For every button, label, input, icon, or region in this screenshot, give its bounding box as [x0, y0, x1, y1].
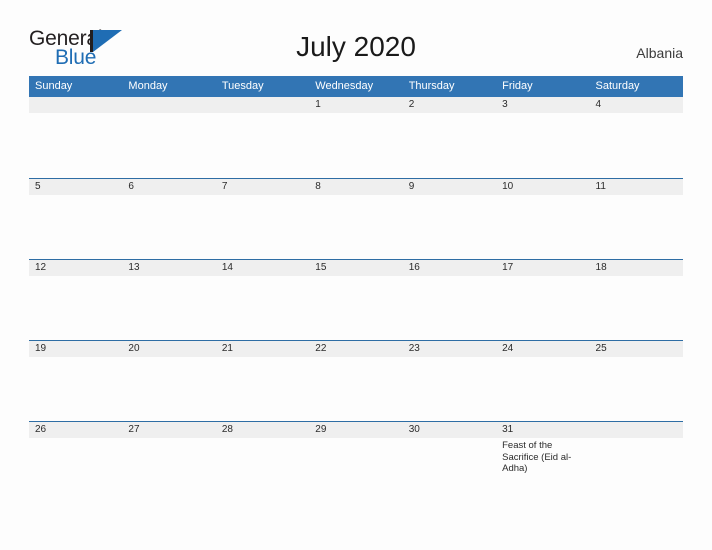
calendar-day-cell[interactable]: 9 [403, 179, 496, 259]
week-cells: 1 2 3 4 [29, 97, 683, 177]
day-number: 14 [221, 262, 233, 273]
weekday-monday: Monday [128, 80, 168, 92]
calendar-day-cell[interactable]: 15 [309, 260, 402, 340]
calendar-day-cell[interactable]: 4 [590, 97, 683, 177]
day-number: 13 [128, 262, 140, 273]
page-header: General Blue July 2020 Albania [0, 0, 712, 76]
day-number: 1 [315, 99, 321, 110]
calendar-day-cell[interactable] [29, 97, 122, 177]
day-number: 21 [221, 343, 233, 354]
weekday-thursday: Thursday [408, 80, 455, 92]
calendar-day-cell[interactable]: 10 [496, 179, 589, 259]
calendar-day-cell[interactable]: 6 [122, 179, 215, 259]
weekday-tuesday: Tuesday [221, 80, 264, 92]
day-number [35, 97, 116, 113]
day-number: 3 [502, 99, 508, 110]
country-label: Albania [636, 45, 683, 61]
calendar-day-cell[interactable]: 28 [216, 422, 309, 502]
calendar-day-cell[interactable] [122, 97, 215, 177]
day-number: 11 [595, 181, 606, 192]
calendar-week-row: 19 20 21 22 23 24 25 [29, 340, 683, 421]
calendar-day-cell[interactable]: 23 [403, 341, 496, 421]
calendar-day-cell[interactable]: 8 [309, 179, 402, 259]
day-number: 30 [408, 424, 420, 435]
day-number: 24 [502, 343, 514, 354]
week-cells: 19 20 21 22 23 24 25 [29, 341, 683, 421]
weekday-wednesday: Wednesday [315, 80, 374, 92]
calendar-day-cell[interactable]: 22 [309, 341, 402, 421]
calendar-day-cell[interactable]: 12 [29, 260, 122, 340]
holiday-event-label: Feast of the Sacrifice (Eid al-Adha) [502, 440, 572, 474]
day-number [222, 97, 303, 113]
day-number: 15 [315, 262, 327, 273]
calendar-day-cell[interactable]: 3 [496, 97, 589, 177]
calendar-day-cell[interactable]: 16 [403, 260, 496, 340]
day-number: 29 [315, 424, 327, 435]
day-number: 10 [502, 181, 514, 192]
day-number: 20 [128, 343, 140, 354]
day-number: 23 [408, 343, 420, 354]
calendar-day-cell[interactable]: 7 [216, 179, 309, 259]
page-title: July 2020 [296, 31, 416, 62]
calendar-day-cell[interactable]: 24 [496, 341, 589, 421]
weekday-header-row: Sunday Monday Tuesday Wednesday Thursday… [29, 76, 683, 97]
day-number: 19 [35, 343, 47, 354]
day-number [596, 422, 677, 438]
calendar-day-cell[interactable]: 30 [403, 422, 496, 502]
day-number: 6 [128, 181, 134, 192]
calendar-week-row: 1 2 3 4 [29, 97, 683, 178]
calendar-day-cell[interactable]: 18 [590, 260, 683, 340]
day-number: 16 [408, 262, 420, 273]
calendar-day-cell[interactable]: 17 [496, 260, 589, 340]
calendar-day-cell[interactable]: 31 Feast of the Sacrifice (Eid al-Adha) [496, 422, 589, 502]
calendar-weeks: 1 2 3 4 5 6 7 8 9 10 11 12 13 14 15 16 17 18 19 20 21 22 23 24 2… [29, 97, 683, 502]
day-number: 31 [502, 424, 514, 435]
calendar-day-cell[interactable]: 2 [403, 97, 496, 177]
day-number: 18 [595, 262, 607, 273]
calendar-day-cell[interactable]: 26 [29, 422, 122, 502]
calendar-week-row: 12 13 14 15 16 17 18 [29, 259, 683, 340]
calendar-day-cell[interactable]: 11 [590, 179, 683, 259]
day-number: 22 [315, 343, 327, 354]
weekday-sunday: Sunday [35, 80, 73, 92]
day-number: 8 [315, 181, 321, 192]
calendar-page: General Blue July 2020 Albania Sunday Mo… [0, 0, 712, 550]
day-number: 17 [502, 262, 514, 273]
day-events: Feast of the Sacrifice (Eid al-Adha) [502, 440, 583, 475]
day-number: 5 [35, 181, 41, 192]
calendar-day-cell[interactable]: 21 [216, 341, 309, 421]
calendar-week-row: 26 27 28 29 30 31 Feast of the Sacrifice (Eid … [29, 421, 683, 502]
day-number: 27 [128, 424, 140, 435]
calendar-day-cell[interactable]: 25 [590, 341, 683, 421]
week-cells: 26 27 28 29 30 31 Feast of the Sacrifice (Eid … [29, 422, 683, 502]
day-number: 12 [35, 262, 47, 273]
calendar-day-cell[interactable] [590, 422, 683, 502]
week-cells: 12 13 14 15 16 17 18 [29, 260, 683, 340]
calendar-day-cell[interactable]: 29 [309, 422, 402, 502]
calendar-grid: Sunday Monday Tuesday Wednesday Thursday… [29, 76, 683, 502]
week-cells: 5 6 7 8 9 10 11 [29, 179, 683, 259]
day-number: 9 [408, 181, 415, 192]
weekday-saturday: Saturday [595, 80, 640, 92]
day-number: 25 [595, 343, 607, 354]
day-number: 28 [221, 424, 233, 435]
calendar-day-cell[interactable]: 1 [309, 97, 402, 177]
calendar-week-row: 5 6 7 8 9 10 11 [29, 178, 683, 259]
day-number: 2 [408, 99, 415, 110]
calendar-day-cell[interactable]: 20 [122, 341, 215, 421]
calendar-day-cell[interactable] [216, 97, 309, 177]
calendar-day-cell[interactable]: 19 [29, 341, 122, 421]
weekday-friday: Friday [502, 80, 533, 92]
day-number: 4 [595, 99, 602, 110]
calendar-day-cell[interactable]: 27 [122, 422, 215, 502]
calendar-day-cell[interactable]: 13 [122, 260, 215, 340]
calendar-day-cell[interactable]: 14 [216, 260, 309, 340]
day-number: 26 [35, 424, 47, 435]
day-number: 7 [221, 181, 228, 192]
day-number [128, 97, 209, 113]
calendar-day-cell[interactable]: 5 [29, 179, 122, 259]
